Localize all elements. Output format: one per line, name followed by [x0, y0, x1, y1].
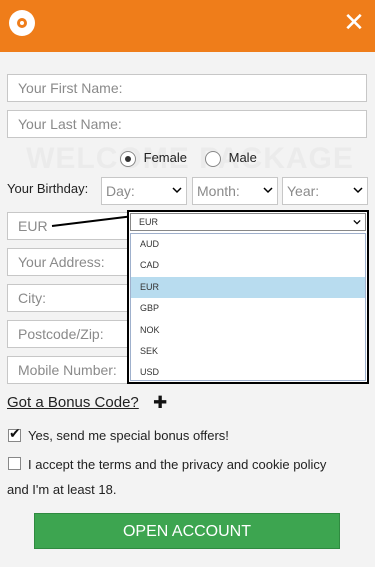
bonus-code-link[interactable]: Got a Bonus Code?	[7, 394, 139, 411]
first-name-field[interactable]: Your First Name:	[7, 74, 367, 102]
offers-label: Yes, send me special bonus offers!	[28, 428, 229, 443]
currency-selected-value: EUR	[139, 217, 159, 227]
terms-checkbox[interactable]	[8, 457, 21, 470]
plus-icon[interactable]: ✚	[153, 393, 167, 413]
terms-label-line2: and I'm at least 18.	[7, 482, 117, 497]
currency-dropdown-selected[interactable]: EUR	[130, 213, 366, 231]
currency-option-nok[interactable]: NOK	[131, 320, 365, 341]
currency-option-cad[interactable]: CAD	[131, 255, 365, 276]
day-select[interactable]: Day:	[101, 177, 187, 205]
currency-option-gbp[interactable]: GBP	[131, 298, 365, 319]
watermark-text: WELCOME PACKAGE	[26, 142, 354, 175]
currency-option-aud[interactable]: AUD	[131, 234, 365, 255]
logo-icon	[9, 10, 35, 36]
day-select-value: Day:	[106, 183, 135, 199]
male-radio[interactable]	[205, 150, 221, 167]
currency-option-sek[interactable]: SEK	[131, 341, 365, 362]
gender-female-option[interactable]: Female	[120, 150, 187, 170]
month-select[interactable]: Month:	[192, 177, 278, 205]
chevron-down-icon	[263, 187, 273, 194]
year-select-value: Year:	[287, 183, 320, 199]
birthday-label: Your Birthday:	[7, 181, 89, 196]
currency-option-usd[interactable]: USD	[131, 362, 365, 383]
gender-male-option[interactable]: Male	[205, 150, 257, 170]
female-radio[interactable]	[120, 150, 136, 167]
currency-dropdown[interactable]: EUR AUD CAD EUR GBP NOK SEK USD	[127, 210, 369, 384]
terms-label-line1: I accept the terms and the privacy and c…	[28, 457, 327, 472]
open-account-button[interactable]: OPEN ACCOUNT	[34, 513, 340, 549]
female-label: Female	[143, 150, 187, 165]
close-icon[interactable]: ✕	[342, 10, 366, 36]
year-select[interactable]: Year:	[282, 177, 368, 205]
currency-option-list: AUD CAD EUR GBP NOK SEK USD	[130, 233, 366, 381]
last-name-field[interactable]: Your Last Name:	[7, 110, 367, 138]
chevron-down-icon	[353, 187, 363, 194]
month-select-value: Month:	[197, 183, 240, 199]
currency-option-eur[interactable]: EUR	[131, 276, 365, 299]
male-label: Male	[228, 150, 257, 165]
top-bar: ✕	[0, 0, 375, 52]
chevron-down-icon	[172, 187, 182, 194]
offers-checkbox[interactable]	[8, 426, 21, 442]
chevron-down-icon	[353, 219, 361, 225]
